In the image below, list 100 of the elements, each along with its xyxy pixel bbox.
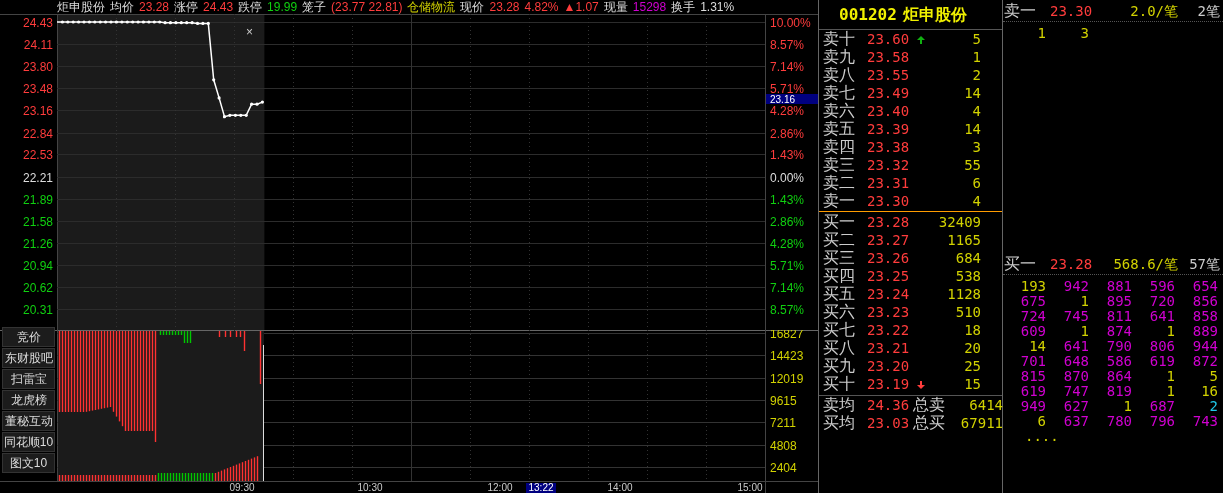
level-label: 卖三 [823,156,856,174]
order-size: 895 [1105,294,1132,309]
level-volume: 25 [963,357,981,375]
percent-axis-label: 5.71% [770,258,805,273]
level-price: 23.32 [867,156,911,174]
quote-label: 笼子 [302,0,327,14]
summary-label: 总卖 [913,396,946,414]
quote-value: 19.99 [267,0,298,14]
level-volume: 55 [963,156,981,174]
quote-value: ▲1.07 [563,0,599,14]
price-axis-label: 21.26 [22,236,53,251]
volume-axis-label: 4808 [770,438,797,453]
order-size: 949 [1019,399,1046,414]
quote-value: 24.43 [203,0,234,14]
order-size: 586 [1105,354,1132,369]
summary-label: 买均 [823,414,856,432]
level-price: 23.27 [867,231,911,249]
level-label: 卖九 [823,48,856,66]
price-axis-label: 20.62 [22,280,53,295]
level-volume: 14 [963,84,981,102]
order-size: 874 [1105,324,1132,339]
order-size: 619 [1148,354,1175,369]
level-volume: 5 [971,30,981,48]
order-size: 2 [1208,399,1218,414]
level-volume: 4 [971,192,981,210]
quote-label: 均价 [110,0,134,14]
level-price: 23.31 [867,174,911,192]
price-axis-label: 21.89 [22,192,53,207]
order-size: 745 [1062,309,1089,324]
level-price: 23.24 [867,285,911,303]
quote-value: 4.82% [524,0,559,14]
level-price: 23.20 [867,357,911,375]
order-size: 654 [1191,279,1218,294]
percent-axis-label: 8.57% [770,302,805,317]
level-volume: 3 [971,138,981,156]
quote-label: 跌停 [238,0,263,14]
price-axis-label: 22.84 [22,126,53,141]
order-size: 641 [1148,309,1175,324]
queue-average: 568.6/笔 [1112,255,1178,274]
level-label: 卖七 [823,84,856,102]
level-price: 23.55 [867,66,911,84]
quote-label: 现价 [460,0,485,14]
order-size: 806 [1148,339,1175,354]
order-size: 720 [1148,294,1175,309]
level-volume: 2 [971,66,981,84]
order-size: 1 [1165,324,1175,339]
order-size: 619 [1019,384,1046,399]
level-volume: 18 [963,321,981,339]
quote-value: 23.28 [139,0,170,14]
level-price: 23.58 [867,48,911,66]
level-label: 买八 [823,339,856,357]
order-size: 609 [1019,324,1046,339]
percent-axis-label: 7.14% [770,280,805,295]
percent-axis-label: 1.43% [770,192,805,207]
summary-price: 24.36 [867,396,911,414]
order-size: 16 [1200,384,1218,399]
order-size: 627 [1062,399,1089,414]
order-size: 942 [1062,279,1089,294]
level-label: 卖五 [823,120,856,138]
level-price: 23.23 [867,303,911,321]
summary-total: 6414 [968,396,1003,414]
order-size: 1 [1079,294,1089,309]
level-volume: 684 [954,249,981,267]
level-volume: 15 [963,375,981,393]
percent-axis-label: 0.00% [770,170,805,185]
level-price: 23.30 [867,192,911,210]
level-price: 23.25 [867,267,911,285]
price-axis-label: 20.31 [22,302,53,317]
order-size: 1 [1165,369,1175,384]
volume-axis-label: 2404 [770,460,797,475]
order-size: 870 [1062,369,1089,384]
order-size: 1 [1122,399,1132,414]
percent-axis-label: 8.57% [770,37,805,52]
queue-label: 卖一 [1004,0,1037,22]
queue-average: 2.0/笔 [1129,2,1178,21]
level-volume: 32409 [937,213,981,231]
volume-axis-label: 7211 [770,415,796,430]
order-size: 858 [1191,309,1218,324]
quote-value: 15298 [632,0,667,14]
level-price: 23.21 [867,339,911,357]
price-axis-label: 22.21 [22,170,53,185]
stock-name: 炬申股份 [902,4,967,26]
summary-label: 总买 [913,414,946,432]
time-axis-label: 10:30 [357,482,383,493]
level-label: 卖四 [823,138,856,156]
order-size: 648 [1062,354,1089,369]
order-size: 819 [1105,384,1132,399]
volume-axis-label: 14423 [770,348,804,363]
level-volume: 6 [971,174,981,192]
price-axis-label: 23.16 [22,103,53,118]
percent-axis-label: 2.86% [770,214,805,229]
summary-label: 卖均 [823,396,856,414]
order-size: 1 [1079,324,1089,339]
order-size: 864 [1105,369,1132,384]
percent-axis-label: 4.28% [770,236,805,251]
queue-count: 2笔 [1196,2,1220,21]
quote-value: 1.31% [700,0,735,14]
percent-axis-label: 10.00% [770,15,811,30]
time-axis-label: 12:00 [487,482,513,493]
more-indicator: .... [1024,429,1060,444]
